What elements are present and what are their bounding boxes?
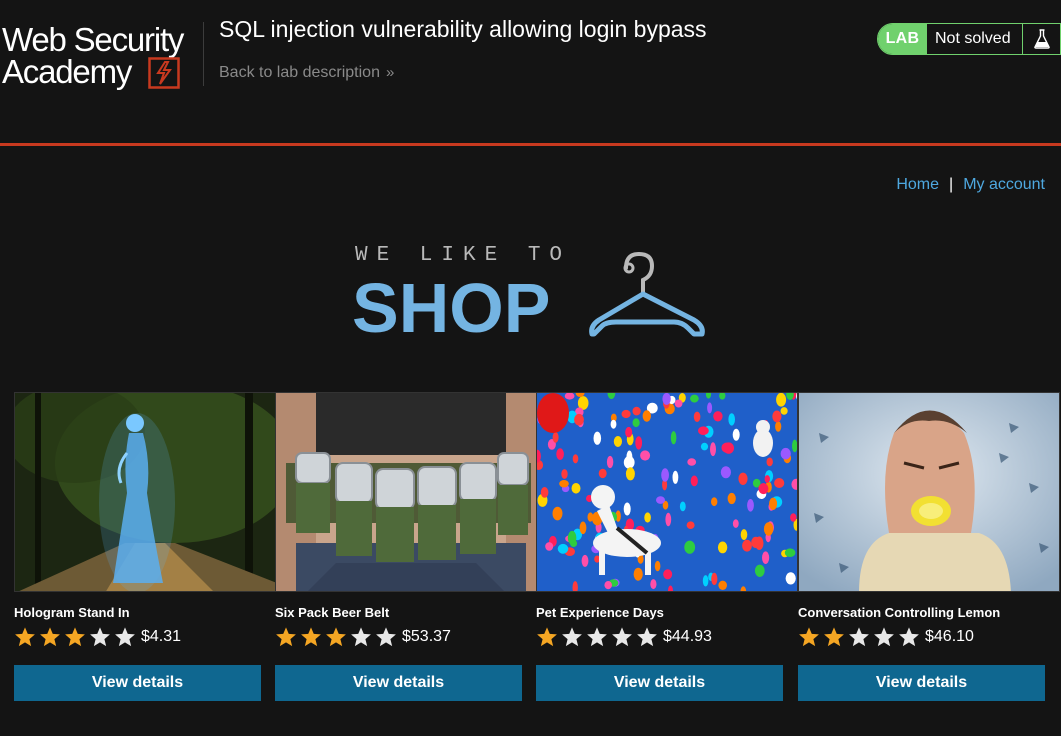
back-to-lab-description-link[interactable]: Back to lab description » [219, 64, 394, 82]
shop-banner: WE LIKE TO SHOP [352, 244, 712, 347]
lab-status-widget: LAB Not solved [877, 23, 1061, 55]
product-price: $46.10 [925, 628, 974, 645]
product-name: Six Pack Beer Belt [275, 605, 390, 620]
star-empty-icon [376, 627, 396, 647]
back-link-label: Back to lab description [219, 64, 380, 81]
top-nav: Home | My account [896, 176, 1045, 194]
banner-title: SHOP [352, 269, 551, 347]
flask-icon [1033, 29, 1050, 49]
product-price: $44.93 [663, 628, 712, 645]
product-rating: $4.31 [14, 626, 181, 648]
clothes-hanger-icon [589, 251, 705, 337]
star-empty-icon [562, 627, 582, 647]
home-link[interactable]: Home [896, 176, 939, 193]
logo-lightning-icon [148, 57, 180, 89]
product-grid: Hologram Stand In $4.31 View details Six… [14, 392, 1060, 712]
star-filled-icon [537, 627, 557, 647]
product-image-hologram[interactable] [14, 392, 276, 592]
flask-icon-button[interactable] [1022, 24, 1060, 54]
product-name: Hologram Stand In [14, 605, 130, 620]
star-empty-icon [115, 627, 135, 647]
product-name: Pet Experience Days [536, 605, 664, 620]
product-card: Conversation Controlling Lemon $46.10 Vi… [798, 392, 1060, 701]
star-empty-icon [899, 627, 919, 647]
product-image-pet-experience[interactable] [536, 392, 798, 592]
product-rating: $44.93 [536, 626, 712, 648]
product-card: Hologram Stand In $4.31 View details [14, 392, 276, 701]
product-card: Pet Experience Days $44.93 View details [536, 392, 798, 701]
view-details-button[interactable]: View details [14, 665, 261, 701]
lab-title: SQL injection vulnerability allowing log… [219, 16, 707, 42]
nav-separator: | [949, 176, 954, 193]
star-filled-icon [65, 627, 85, 647]
star-empty-icon [612, 627, 632, 647]
academy-header: Web Security Academy SQL injection vulne… [0, 0, 1061, 146]
double-chevron-right-icon: » [385, 64, 395, 81]
star-filled-icon [824, 627, 844, 647]
star-filled-icon [799, 627, 819, 647]
star-filled-icon [15, 627, 35, 647]
view-details-button[interactable]: View details [536, 665, 783, 701]
star-filled-icon [326, 627, 346, 647]
star-empty-icon [874, 627, 894, 647]
banner-tagline: WE LIKE TO [355, 244, 572, 267]
star-empty-icon [90, 627, 110, 647]
star-empty-icon [637, 627, 657, 647]
product-rating: $46.10 [798, 626, 974, 648]
star-empty-icon [587, 627, 607, 647]
product-card: Six Pack Beer Belt $53.37 View details [275, 392, 537, 701]
product-name: Conversation Controlling Lemon [798, 605, 1001, 620]
web-security-academy-logo[interactable]: Web Security Academy [2, 20, 202, 92]
star-filled-icon [40, 627, 60, 647]
logo-line2: Academy [2, 53, 132, 90]
star-filled-icon [276, 627, 296, 647]
star-empty-icon [849, 627, 869, 647]
product-image-lemon[interactable] [798, 392, 1060, 592]
view-details-button[interactable]: View details [798, 665, 1045, 701]
lab-badge: LAB [878, 24, 927, 54]
header-divider [203, 22, 204, 86]
header-accent-line [0, 143, 1061, 146]
product-rating: $53.37 [275, 626, 451, 648]
product-price: $53.37 [402, 628, 451, 645]
star-empty-icon [351, 627, 371, 647]
product-price: $4.31 [141, 628, 182, 645]
product-image-beer-belt[interactable] [275, 392, 537, 592]
lab-status-text: Not solved [935, 30, 1011, 47]
star-filled-icon [301, 627, 321, 647]
my-account-link[interactable]: My account [963, 176, 1045, 193]
view-details-button[interactable]: View details [275, 665, 522, 701]
